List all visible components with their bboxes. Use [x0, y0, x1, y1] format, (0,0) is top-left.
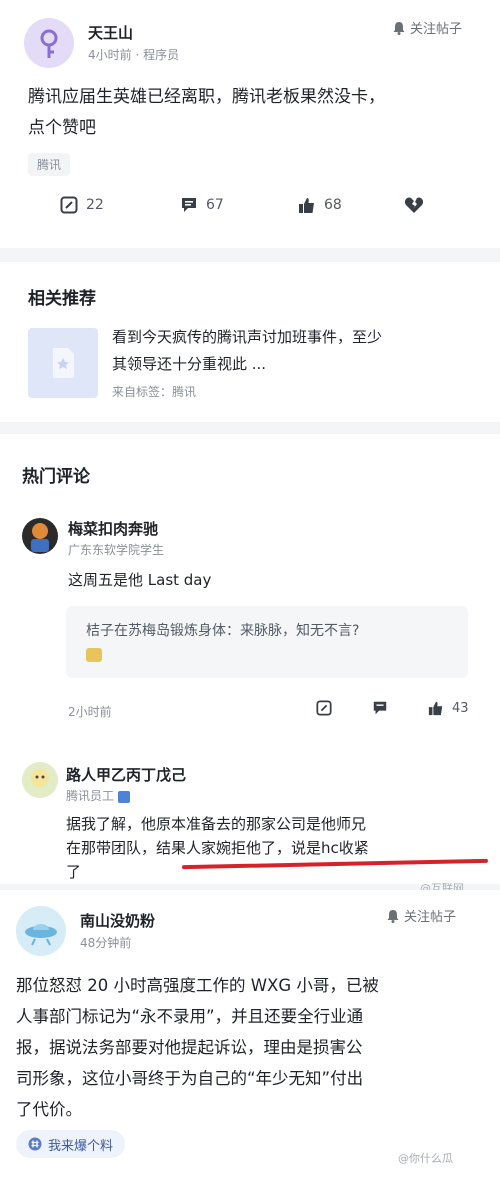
emoji-icon: [86, 648, 102, 662]
document-icon: [53, 348, 74, 378]
post-body: 腾讯应届生英雄已经离职，腾讯老板果然没卡， 点个赞吧: [28, 82, 385, 144]
tip-off-label: 我来爆个料: [48, 1138, 114, 1154]
related-article-title[interactable]: 看到今天疯传的腾讯声讨加班事件，至少 其领导还十分重视此 ...: [112, 324, 472, 378]
comment-text: 这周五是他 Last day: [68, 571, 212, 589]
user-avatar-icon: [31, 523, 49, 552]
post-meta: 48分钟前: [80, 936, 132, 950]
avatar[interactable]: [22, 762, 58, 798]
comment-line: 在那带团队，结果人家婉拒他了，说是hc收紧: [66, 839, 369, 857]
username[interactable]: 天王山: [88, 22, 133, 43]
follow-post-button[interactable]: 关注帖子: [392, 18, 462, 37]
employer-label: 腾讯员工: [66, 789, 115, 803]
watermark: @你什么瓜: [398, 1152, 453, 1165]
post-line: 人事部门标记为“永不录用”，并且还要全行业通: [16, 1007, 364, 1026]
comment-like-button[interactable]: 43: [428, 700, 469, 716]
reply-box[interactable]: [66, 606, 468, 678]
post-line: 司形象，这位小哥终于为自己的“年少无知”付出: [16, 1069, 364, 1088]
comment-text: 据我了解，他原本准备去的那家公司是他师兄 在那带团队，结果人家婉拒他了，说是hc…: [66, 812, 369, 884]
thumbs-up-icon: [299, 198, 314, 213]
related-article-line: 其领导还十分重视此 ...: [112, 355, 267, 373]
bell-icon: [387, 909, 399, 923]
reply-text: 桔子在苏梅岛锻炼身体：来脉脉，知无不言?: [86, 623, 360, 639]
comment-time: 2小时前: [68, 705, 112, 719]
avatar[interactable]: [16, 906, 66, 956]
comment-meta: 腾讯员工: [66, 787, 131, 804]
follow-label: 关注帖子: [404, 910, 457, 925]
post-line: 那位怒怼 20 小时高强度工作的 WXG 小哥，已被: [16, 976, 379, 995]
comment-icon: [60, 196, 78, 214]
like-button[interactable]: 68: [298, 196, 342, 214]
bell-icon: [393, 21, 405, 35]
comment-icon: [316, 700, 332, 716]
comment-count: 22: [86, 197, 104, 213]
user-avatar-icon: [31, 769, 49, 787]
related-article-line: 看到今天疯传的腾讯声讨加班事件，至少: [112, 328, 383, 346]
comment-reply-button[interactable]: [316, 700, 332, 716]
username[interactable]: 南山没奶粉: [80, 910, 155, 931]
related-article-source: 来自标签：腾讯: [112, 385, 197, 399]
related-title: 相关推荐: [28, 289, 96, 309]
broken-heart-icon: [404, 197, 424, 213]
share-button[interactable]: 67: [180, 196, 224, 214]
comment-line: 据我了解，他原本准备去的那家公司是他师兄: [66, 815, 367, 833]
article-thumbnail[interactable]: [28, 328, 98, 398]
post-line: 了代价。: [16, 1100, 82, 1119]
like-count: 68: [324, 197, 342, 213]
follow-label: 关注帖子: [410, 22, 463, 37]
hot-comments-title: 热门评论: [22, 467, 90, 487]
post-meta: 4小时前 · 程序员: [88, 48, 180, 62]
share-count: 67: [206, 197, 224, 213]
tip-off-button[interactable]: 我来爆个料: [16, 1130, 126, 1158]
comment-username[interactable]: 路人甲乙丙丁戊己: [66, 764, 186, 785]
message-icon: [182, 198, 196, 212]
dislike-button[interactable]: [404, 196, 424, 214]
post-body: 那位怒怼 20 小时高强度工作的 WXG 小哥，已被 人事部门标记为“永不录用”…: [16, 970, 379, 1125]
hashtag-icon: [28, 1137, 42, 1151]
post-line: 报，据说法务部要对他提起诉讼，理由是损害公: [16, 1038, 363, 1057]
thumbs-up-icon: [428, 701, 443, 716]
ufo-icon: [25, 924, 57, 946]
comment-button[interactable]: 22: [60, 196, 104, 214]
topic-tag[interactable]: 腾讯: [28, 153, 71, 176]
verified-icon: [118, 790, 131, 803]
comment-meta: 广东东软学院学生: [68, 543, 165, 557]
comment-like-count: 43: [452, 700, 469, 716]
post-line: 点个赞吧: [28, 118, 96, 138]
post-line: 腾讯应届生英雄已经离职，腾讯老板果然没卡，: [28, 87, 385, 107]
message-icon: [373, 701, 387, 715]
avatar[interactable]: [24, 18, 74, 68]
comment-share-button[interactable]: [372, 700, 388, 716]
comment-username[interactable]: 梅菜扣肉奔驰: [68, 518, 158, 539]
follow-post-button[interactable]: 关注帖子: [386, 906, 456, 925]
avatar[interactable]: [22, 518, 58, 554]
key-icon: [40, 29, 58, 58]
